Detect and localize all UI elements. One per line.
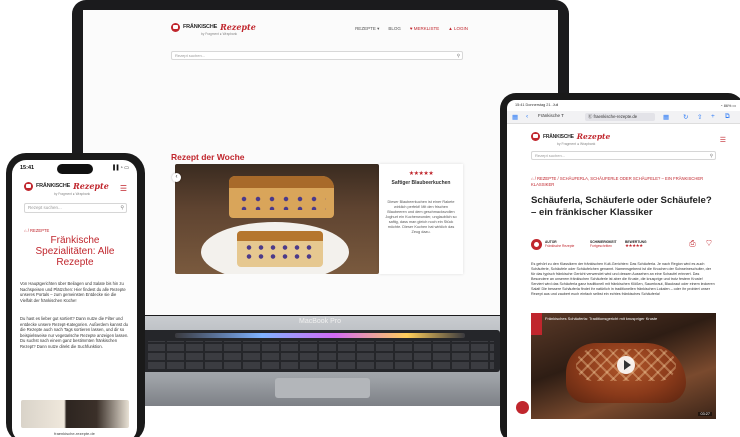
meta-rating: BEWERTUNG ★★★★★ — [625, 240, 647, 248]
logo-text-primary: FRÄNKISCHE — [543, 133, 574, 140]
recipe-actions[interactable]: ⎙ ♡ — [689, 239, 716, 249]
cake-slice — [237, 231, 323, 267]
tablet-status-icons: ◔ 86% ▭ — [720, 104, 736, 108]
back-icon[interactable]: ‹ — [526, 113, 528, 120]
search-placeholder: Rezept suchen... — [28, 205, 62, 210]
rating-stars: ★★★★★ — [408, 171, 434, 177]
search-input[interactable]: Rezept suchen... ⚲ — [531, 151, 716, 160]
recipe-thumbnail[interactable] — [21, 400, 129, 428]
share-icon[interactable]: ⇧ — [697, 113, 702, 121]
recipe-card-details[interactable]: ★★★★★ Saftiger Blaubeerkuchen Dieser Bla… — [379, 164, 463, 274]
search-icon[interactable]: ⚲ — [120, 205, 124, 211]
cake-loaf-back — [229, 176, 334, 218]
sidebar-icon[interactable]: ▦ — [512, 113, 518, 121]
laptop-touchbar — [175, 333, 465, 338]
tablet-screen: 15:41 Donnerstag 21. Juli ◔ 86% ▭ ▦ ‹ Fr… — [507, 100, 740, 437]
search-placeholder: Rezept suchen... — [175, 53, 206, 58]
new-tab-icon[interactable]: + — [711, 113, 715, 120]
logo-icon — [171, 22, 180, 32]
breadcrumb[interactable]: ⌂ / REZEPTE — [24, 228, 49, 233]
article-body: Es gehört zu den Klassikern der fränkisc… — [531, 262, 715, 296]
address-bar[interactable]: Ⓔ fraenkische-rezepte.de — [585, 113, 655, 121]
logo-text-primary: FRÄNKISCHE — [36, 183, 71, 189]
logo-text-script: Rezepte — [220, 22, 256, 32]
phone-screen: 15:41 ▐▐ ◔ ▭ FRÄNKISCHE Rezepte by Fragm… — [12, 160, 137, 437]
search-input[interactable]: Rezept suchen... ⚲ — [171, 51, 463, 60]
channel-badge — [531, 313, 542, 335]
search-placeholder: Rezept suchen... — [535, 153, 566, 158]
logo-tagline: by Fragment ● Wrapbank — [557, 142, 596, 146]
filter-paragraph: Du hast es lieber gut sortiert? Dann nut… — [20, 316, 129, 349]
tabs-overview-icon[interactable]: ⧉ — [725, 113, 730, 121]
meta-difficulty: SCHWIERIGKEIT Fortgeschritten — [590, 240, 617, 248]
play-icon[interactable] — [617, 356, 635, 374]
phone-time: 15:41 — [20, 165, 35, 171]
refresh-icon[interactable]: ↻ — [683, 113, 688, 121]
nav-item-rezepte[interactable]: REZEPTE ▾ — [355, 26, 379, 32]
logo-text-script: Rezepte — [73, 181, 109, 191]
logo-text-primary: FRÄNKISCHE — [183, 24, 218, 30]
meta-rating-stars: ★★★★★ — [625, 243, 643, 249]
breadcrumb[interactable]: ⌂ / REZEPTE / SCHÄUFERLA, SCHÄUFERLE ODE… — [531, 176, 716, 187]
nav-item-merkliste[interactable]: ♥ MERKLISTE — [410, 26, 439, 32]
section-title: Rezept der Woche — [171, 152, 245, 162]
recipe-description: Dieser Blaubeerkuchen ist einer Rakete w… — [385, 200, 457, 234]
floating-action-button[interactable] — [516, 401, 529, 414]
hamburger-menu-icon[interactable]: ☰ — [120, 184, 127, 193]
laptop-screen: FRÄNKISCHE Rezepte by Fragment ● Wrapban… — [83, 10, 558, 315]
laptop-trackpad — [275, 378, 370, 398]
site-logo[interactable]: FRÄNKISCHE Rezepte — [171, 22, 256, 32]
browser-toolbar: ▦ ‹ Fränkische T Ⓔ fraenkische-rezepte.d… — [507, 111, 740, 124]
logo-tagline: by Fragment ● Wrapbank — [54, 192, 91, 196]
meta-author: AUTOR Fränkische Rezepte — [545, 240, 574, 248]
browser-tab[interactable]: Fränkische T — [538, 113, 564, 118]
recipe-video[interactable]: Fränkisches Schäuferla: Traditionsgerich… — [531, 313, 716, 419]
intro-paragraph: Von Hauptgerichten über Beilagen und Sal… — [20, 281, 126, 303]
site-header: FRÄNKISCHE Rezepte by Fragment ● Wrapban… — [83, 10, 558, 48]
logo-text-script: Rezepte — [576, 132, 611, 141]
logo-icon — [531, 132, 540, 141]
video-duration: 03:27 — [698, 412, 712, 416]
reader-icon[interactable]: ▦ — [663, 113, 669, 121]
video-title: Fränkisches Schäuferla: Traditionsgerich… — [545, 316, 658, 321]
device-mockup-scene: MacBook Pro FRÄNKISCHE Rezepte by Fragme… — [0, 0, 740, 437]
carousel-prev-icon[interactable]: ‹ — [172, 173, 181, 182]
logo-tagline: by Fragment ● Wrapbank — [201, 32, 238, 36]
phone-status-icons: ▐▐ ◔ ▭ — [111, 165, 129, 171]
search-icon[interactable]: ⚲ — [710, 153, 713, 159]
search-icon[interactable]: ⚲ — [457, 53, 460, 59]
main-nav: REZEPTE ▾ BLOG ♥ MERKLISTE ▲ LOGIN — [355, 26, 468, 32]
nav-item-blog[interactable]: BLOG — [388, 26, 401, 32]
tablet-status-time: 15:41 Donnerstag 21. Juli — [515, 103, 559, 107]
logo-icon — [24, 181, 33, 191]
laptop-keys — [148, 341, 494, 369]
browser-url[interactable]: fraenkische-rezepte.de — [12, 431, 137, 436]
dynamic-island — [57, 164, 93, 174]
nav-item-login[interactable]: ▲ LOGIN — [448, 26, 468, 32]
author-avatar[interactable] — [531, 239, 542, 250]
meta-author-value[interactable]: Fränkische Rezepte — [545, 244, 574, 248]
page-title: Fränkische Spezialitäten: Alle Rezepte — [35, 235, 115, 268]
hamburger-menu-icon[interactable]: ☰ — [720, 136, 726, 144]
recipe-name: Saftiger Blaubeerkuchen — [391, 180, 451, 186]
search-input[interactable]: Rezept suchen... ⚲ — [24, 203, 127, 213]
meta-difficulty-value: Fortgeschritten — [590, 244, 612, 249]
site-logo[interactable]: FRÄNKISCHE Rezepte — [531, 132, 610, 141]
page-title: Schäuferla, Schäuferle oder Schäufele? –… — [531, 195, 712, 218]
laptop-model-label: MacBook Pro — [298, 318, 342, 325]
recipe-card-image[interactable] — [175, 164, 379, 274]
site-logo[interactable]: FRÄNKISCHE Rezepte — [24, 181, 109, 191]
